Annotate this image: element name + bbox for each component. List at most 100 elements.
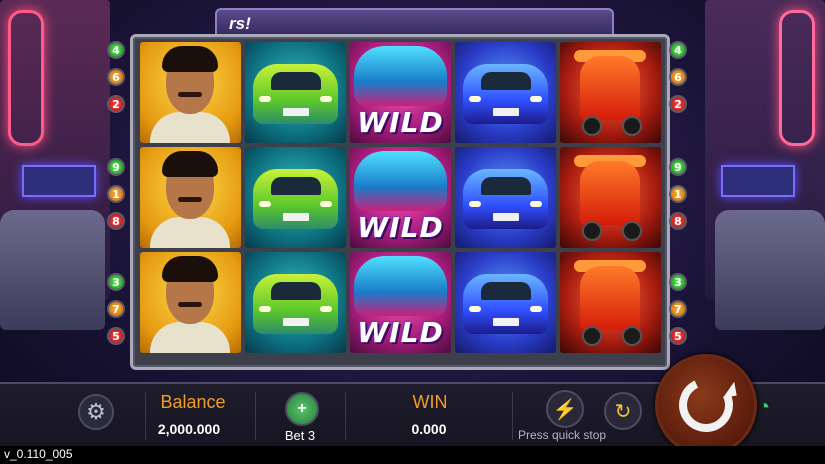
- symbol-man: [140, 42, 241, 143]
- car-headlight: [259, 306, 271, 312]
- car-windshield: [271, 282, 321, 300]
- reel-frame: WILD WILD WILD: [130, 34, 670, 370]
- tuk-tuk-wheel: [582, 116, 602, 136]
- payline-marker-right: 6: [669, 68, 687, 86]
- car-windshield: [481, 177, 531, 195]
- win-value: 0.000: [411, 421, 447, 437]
- car-headlight: [259, 96, 271, 102]
- footer-bar: [0, 446, 825, 464]
- bet-button[interactable]: +: [285, 392, 319, 426]
- wild-sports-car-icon: [354, 46, 447, 106]
- payline-marker-left: 8: [107, 212, 125, 230]
- wifi-icon: ◔: [758, 396, 771, 418]
- panel-divider: [345, 392, 346, 440]
- car-headlight: [320, 306, 332, 312]
- panel-divider: [255, 392, 256, 440]
- tuk-tuk-wheel: [622, 221, 642, 241]
- man-shirt: [150, 322, 230, 353]
- wild-label: WILD: [357, 316, 444, 349]
- car-plate: [283, 108, 309, 116]
- car-windshield: [481, 72, 531, 90]
- car-headlight: [469, 96, 481, 102]
- car-plate: [493, 213, 519, 221]
- man-mustache: [178, 302, 202, 307]
- tuk-tuk-wheel: [622, 326, 642, 346]
- left-neon-sign: [8, 10, 44, 146]
- symbol-tuk-tuk: [560, 42, 661, 143]
- car-headlight: [530, 201, 542, 207]
- car-windshield: [271, 177, 321, 195]
- reel-grid: WILD WILD WILD: [140, 42, 661, 353]
- coins-plus-icon: +: [297, 400, 307, 417]
- payline-marker-right: 3: [669, 273, 687, 291]
- blue-taxi-icon: [463, 64, 548, 124]
- symbol-man: [140, 252, 241, 353]
- symbol-taxi-yellow: [245, 147, 346, 248]
- man-hair: [162, 256, 218, 282]
- payline-marker-left: 1: [107, 185, 125, 203]
- settings-button[interactable]: ⚙: [78, 394, 114, 430]
- car-headlight: [320, 96, 332, 102]
- spin-arrow-icon: [671, 370, 741, 440]
- yellow-taxi-icon: [253, 274, 338, 334]
- man-mustache: [178, 197, 202, 202]
- win-label: WIN: [412, 392, 448, 412]
- payline-marker-right: 5: [669, 327, 687, 345]
- car-headlight: [530, 96, 542, 102]
- right-tuk-tuk-vehicle: [715, 210, 825, 330]
- tuk-tuk-icon: [580, 266, 640, 330]
- payline-marker-left: 3: [107, 273, 125, 291]
- man-hair: [162, 151, 218, 177]
- symbol-man: [140, 147, 241, 248]
- left-tuk-tuk-vehicle: [0, 210, 105, 330]
- car-headlight: [469, 306, 481, 312]
- blue-taxi-icon: [463, 274, 548, 334]
- tuk-tuk-wheel: [582, 326, 602, 346]
- symbol-taxi-blue: [455, 252, 556, 353]
- car-windshield: [481, 282, 531, 300]
- car-headlight: [259, 201, 271, 207]
- payline-marker-left: 2: [107, 95, 125, 113]
- car-plate: [493, 108, 519, 116]
- tuk-tuk-icon: [580, 56, 640, 120]
- symbol-taxi-blue: [455, 42, 556, 143]
- spin-button[interactable]: [655, 354, 757, 456]
- yellow-taxi-icon: [253, 169, 338, 229]
- payline-marker-right: 1: [669, 185, 687, 203]
- payline-marker-right: 2: [669, 95, 687, 113]
- payline-marker-right: 7: [669, 300, 687, 318]
- bet-value[interactable]: Bet 3: [272, 428, 328, 443]
- car-headlight: [320, 201, 332, 207]
- right-store-sign: [721, 165, 795, 197]
- wild-sports-car-icon: [354, 256, 447, 316]
- gear-icon: ⚙: [86, 399, 106, 424]
- tuk-tuk-wheel: [622, 116, 642, 136]
- wild-sports-car-icon: [354, 151, 447, 211]
- car-plate: [493, 318, 519, 326]
- game-title-fragment: rs!: [229, 14, 251, 33]
- symbol-taxi-blue: [455, 147, 556, 248]
- autoplay-icon: ↻: [614, 400, 632, 423]
- wild-label: WILD: [357, 106, 444, 139]
- turbo-button[interactable]: ⚡: [546, 390, 584, 428]
- man-mustache: [178, 92, 202, 97]
- symbol-taxi-yellow: [245, 252, 346, 353]
- man-shirt: [150, 217, 230, 248]
- yellow-taxi-icon: [253, 64, 338, 124]
- symbol-tuk-tuk: [560, 147, 661, 248]
- car-windshield: [271, 72, 321, 90]
- car-plate: [283, 318, 309, 326]
- payline-marker-left: 4: [107, 41, 125, 59]
- right-neon-sign: [779, 10, 815, 146]
- autoplay-button[interactable]: ↻: [604, 392, 642, 430]
- symbol-tuk-tuk: [560, 252, 661, 353]
- man-shirt: [150, 112, 230, 143]
- payline-marker-right: 4: [669, 41, 687, 59]
- blue-taxi-icon: [463, 169, 548, 229]
- payline-marker-left: 5: [107, 327, 125, 345]
- tuk-tuk-icon: [580, 161, 640, 225]
- symbol-wild: WILD: [350, 252, 451, 353]
- balance-label: Balance: [160, 392, 226, 412]
- left-store-sign: [22, 165, 96, 197]
- payline-marker-left: 7: [107, 300, 125, 318]
